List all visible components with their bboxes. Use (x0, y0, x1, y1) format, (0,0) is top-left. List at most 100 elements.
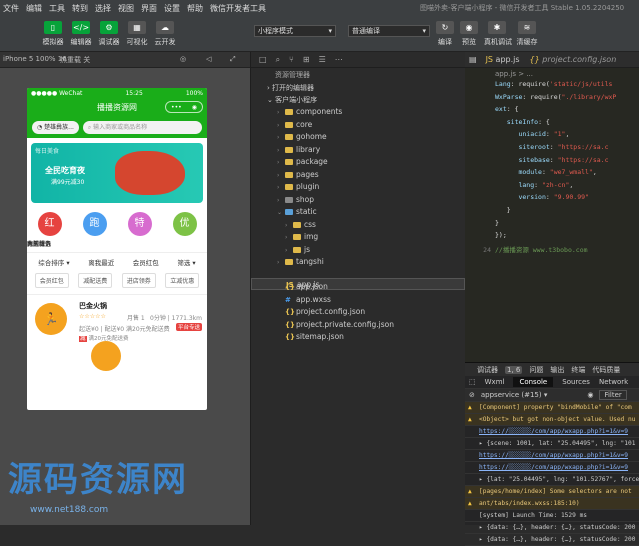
tab-project-config[interactable]: {} project.config.json (525, 55, 622, 64)
promo-banner[interactable]: 每日美食 全民吃育夜 满99元减30 (31, 143, 203, 203)
files-icon[interactable]: ▤ (465, 55, 481, 64)
code-line[interactable]: siteInfo: { (465, 118, 550, 130)
preview-button[interactable]: ◉ 预览 (456, 21, 482, 47)
tree-item[interactable]: › package (251, 156, 465, 169)
menu-item[interactable]: 选择 (95, 3, 111, 14)
activity-icon[interactable]: □ (259, 55, 267, 64)
devtools-tab[interactable]: Console (513, 377, 554, 387)
devtools-tab[interactable]: Sources (562, 378, 590, 386)
log-link[interactable]: https://░░░░░░/com/app/wxapp.php?i=1&v=9 (479, 428, 628, 435)
city-selector[interactable]: ◔ 楚雄彝族... (32, 120, 79, 134)
tree-item[interactable]: › shop (251, 194, 465, 207)
shop-card[interactable]: 🏃 巴金火锅 ☆☆☆☆☆ 月售 1 0分钟 | 1771.3km 起送¥0 | … (27, 294, 207, 371)
more-icon[interactable]: ••• (171, 104, 182, 111)
activity-icon[interactable]: ⋯ (335, 55, 343, 64)
filter-chip[interactable]: 减配送费 (78, 273, 113, 288)
devtools-tab[interactable]: Network (599, 378, 628, 386)
visual-button[interactable]: ▦ 可视化 (124, 21, 150, 47)
code-line[interactable]: WxParse: require("./library/wxP (465, 93, 616, 105)
menu-item[interactable]: 界面 (141, 3, 157, 14)
code-line[interactable]: }); (465, 231, 507, 243)
tree-item[interactable]: › gohome (251, 131, 465, 144)
category-item[interactable]: 特天天特价 (27, 212, 160, 248)
hot-reload-select[interactable]: 热重载 关 (60, 55, 90, 65)
compile-button[interactable]: ↻ 编译 (432, 21, 458, 47)
menu-item[interactable]: 工具 (49, 3, 65, 14)
close-circle-icon[interactable]: ◉ (192, 104, 197, 111)
filter-input[interactable]: Filter (599, 390, 627, 400)
tree-item[interactable]: › img (251, 231, 465, 244)
activity-icon[interactable]: ⊞ (303, 55, 310, 64)
search-input[interactable]: ⌕ 输入商家或商品名称 (82, 120, 202, 134)
tree-item[interactable]: # app.wxss (251, 294, 465, 307)
tree-item[interactable]: › core (251, 119, 465, 132)
code-line[interactable]: version: "9.90.99" (465, 193, 588, 205)
menu-item[interactable]: 文件 (3, 3, 19, 14)
fullscreen-icon[interactable]: ⤢ (230, 55, 236, 64)
code-line[interactable]: Lang: require('static/js/utils (465, 80, 612, 92)
context-select[interactable]: appservice (#15) ▾ (481, 391, 547, 399)
tree-item[interactable]: › js (251, 244, 465, 257)
filter-chip[interactable]: 立减优惠 (165, 273, 200, 288)
debug-tab[interactable]: 问题 (529, 365, 543, 375)
filter-chip[interactable]: 进店领券 (121, 273, 156, 288)
debug-tab[interactable]: 输出 (550, 365, 564, 375)
compile-select[interactable]: 普通编译 ▾ (348, 25, 430, 37)
code-line[interactable]: uniacid: "1", (465, 130, 569, 142)
tree-item[interactable]: {}project.private.config.json (251, 319, 465, 332)
debug-tab[interactable]: 调试器 (477, 365, 498, 375)
inspect-icon[interactable]: ⬚ (469, 378, 476, 386)
code-line[interactable]: module: "we7_wmall", (465, 168, 596, 180)
tab-app-js[interactable]: JS app.js (481, 55, 525, 64)
log-link[interactable]: https://░░░░░░/com/app/wxapp.php?i=1&v=9 (479, 464, 628, 471)
activity-icon[interactable]: ☰ (319, 55, 326, 64)
speaker-icon[interactable]: ◁ (206, 55, 211, 63)
device-select[interactable]: iPhone 5 100% 16 (3, 55, 67, 63)
code-line[interactable]: } (465, 206, 511, 218)
log-link[interactable]: https://░░░░░░/com/app/wxapp.php?i=1&v=9 (479, 452, 628, 459)
code-line[interactable]: ext: { (465, 105, 519, 117)
menu-item[interactable]: 视图 (118, 3, 134, 14)
menu-item[interactable]: 帮助 (187, 3, 203, 14)
tree-item[interactable]: › tangshi (251, 256, 465, 269)
category-item[interactable]: 优为您优选 (27, 212, 205, 248)
tree-item[interactable]: › css (251, 219, 465, 232)
editor-toggle-button[interactable]: </> 编辑器 (68, 21, 94, 47)
capsule-menu[interactable]: ••• ◉ (165, 101, 203, 113)
menu-item[interactable]: 编辑 (26, 3, 42, 14)
project-section[interactable]: ⌄ 客户端小程序 (251, 94, 465, 106)
filter-chip[interactable]: 会员红包 (34, 273, 69, 288)
mode-select[interactable]: 小程序模式 ▾ (254, 25, 336, 37)
tree-item[interactable]: ⌄ static (251, 206, 465, 219)
debug-tab[interactable]: 代码质量 (592, 365, 620, 375)
sort-option[interactable]: 离我最近 (88, 257, 114, 267)
tree-item[interactable]: › library (251, 144, 465, 157)
tree-item[interactable]: › components (251, 106, 465, 119)
tree-item[interactable]: {}project.config.json (251, 306, 465, 319)
record-icon[interactable]: ◎ (180, 55, 186, 63)
debug-tab[interactable]: 1, 6 (505, 365, 523, 374)
sort-option[interactable]: 会员红包 (133, 257, 159, 267)
code-line[interactable]: siteroot: "https://sa.c (465, 143, 608, 155)
cloud-dev-button[interactable]: ☁ 云开发 (152, 21, 178, 47)
tree-item[interactable]: {}sitemap.json (251, 331, 465, 344)
sort-option[interactable]: 筛选 ▾ (177, 257, 195, 267)
sort-option[interactable]: 综合排序 ▾ (38, 257, 69, 267)
menu-item[interactable]: 微信开发者工具 (210, 3, 266, 14)
tree-item[interactable]: › pages (251, 169, 465, 182)
clear-cache-button[interactable]: ≋ 清缓存 (514, 21, 540, 47)
activity-icon[interactable]: ⌕ (276, 55, 280, 65)
menu-item[interactable]: 设置 (164, 3, 180, 14)
activity-icon[interactable]: ⑂ (289, 55, 294, 64)
clear-console-icon[interactable]: ⊘ (469, 391, 475, 399)
code-line[interactable]: sitebase: "https://sa.c (465, 156, 608, 168)
device-debug-button[interactable]: ✱ 真机调试 (484, 21, 512, 47)
tree-item[interactable]: {}app.json (251, 281, 465, 294)
open-editors-section[interactable]: › 打开的编辑器 (251, 82, 465, 94)
tree-item[interactable]: › plugin (251, 181, 465, 194)
eye-icon[interactable]: ◉ (587, 391, 593, 399)
category-item[interactable]: 跑跑腿服务 (27, 212, 115, 248)
debug-tab[interactable]: 终端 (571, 365, 585, 375)
menu-item[interactable]: 转到 (72, 3, 88, 14)
simulator-toggle-button[interactable]: ▯ 模拟器 (40, 21, 66, 47)
